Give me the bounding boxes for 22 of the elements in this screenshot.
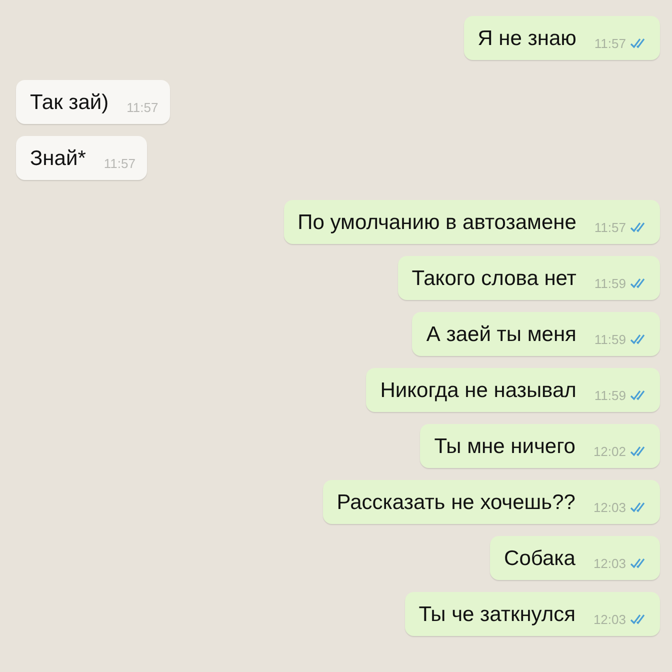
message-time: 11:59 [594, 274, 626, 292]
message-time: 11:57 [594, 34, 626, 52]
message-time: 11:59 [594, 330, 626, 348]
message-text: Рассказать не хочешь?? [336, 492, 576, 516]
message-text: Ты че заткнулся [418, 604, 576, 628]
message-text: Собака [504, 548, 576, 572]
message-text: Я не знаю [478, 28, 576, 52]
message-text: Никогда не называл [380, 380, 576, 404]
message-text: По умолчанию в автозамене [298, 212, 576, 236]
message-time: 12:03 [593, 554, 626, 572]
message-text: Так зай) [30, 92, 109, 116]
message-time: 11:59 [594, 386, 626, 404]
message-text: Ты мне ничего [434, 436, 576, 460]
message-text: А заей ты меня [426, 324, 576, 348]
message-time: 11:57 [594, 218, 626, 236]
message-time: 11:57 [104, 154, 136, 172]
message-time: 11:57 [126, 98, 158, 116]
message-time: 12:03 [593, 610, 626, 628]
message-text: Такого слова нет [412, 268, 576, 292]
message-text: Знай* [30, 148, 86, 172]
message-time: 12:02 [593, 442, 626, 460]
message-time: 12:03 [593, 498, 626, 516]
